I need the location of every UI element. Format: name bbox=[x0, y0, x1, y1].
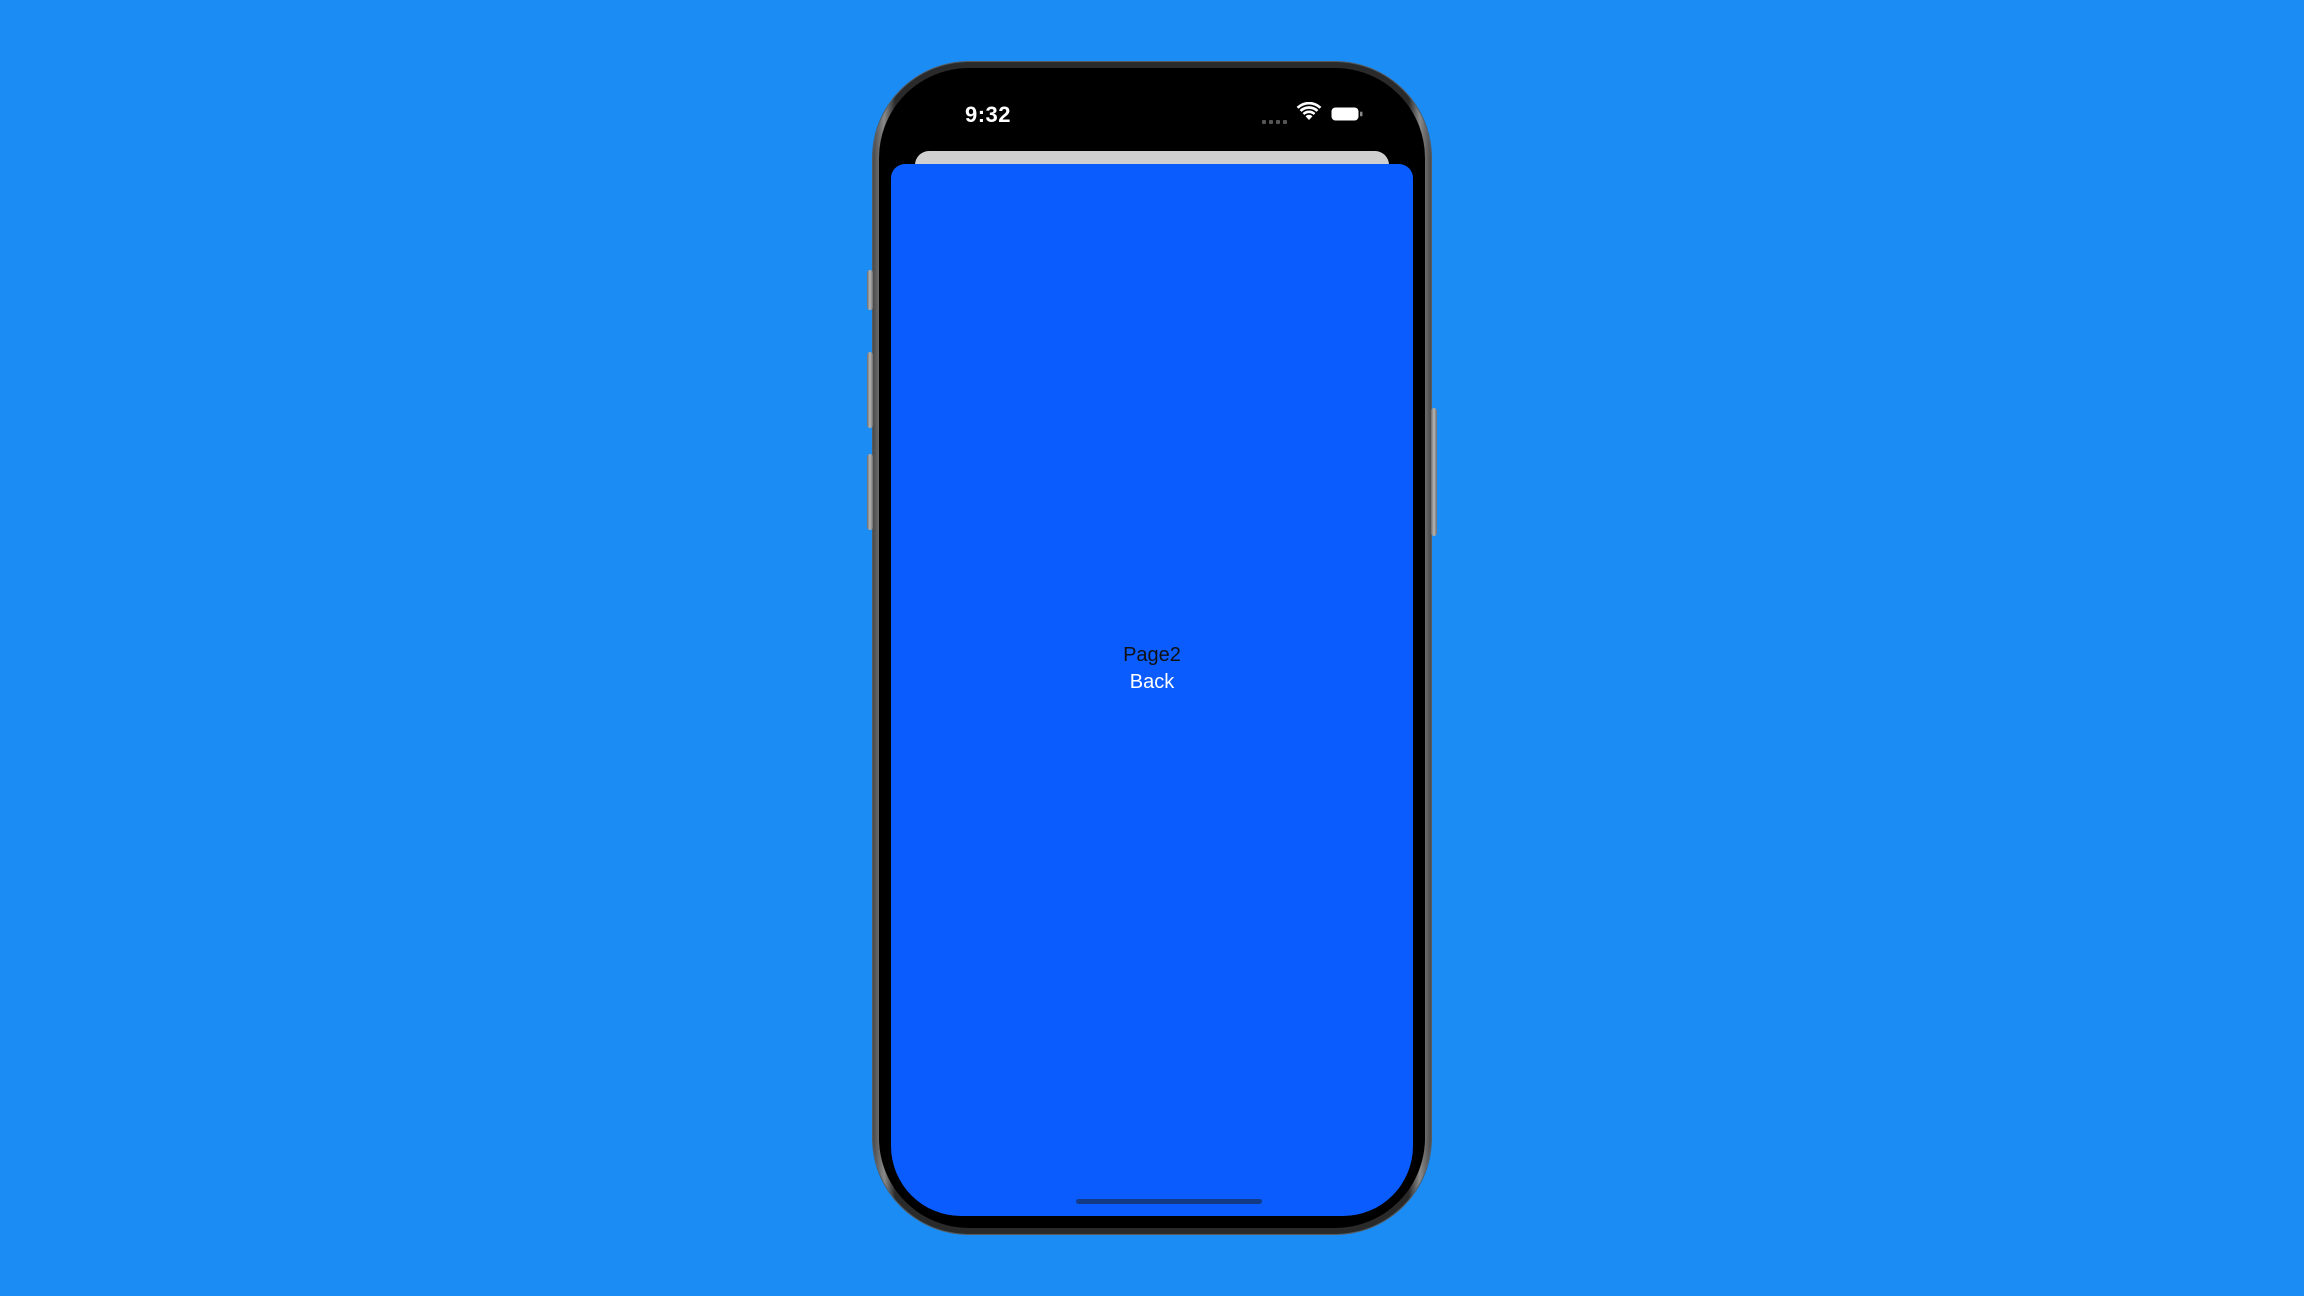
volume-up-button bbox=[867, 352, 873, 428]
cellular-signal-icon bbox=[1262, 118, 1292, 124]
status-bar: 9:32 bbox=[873, 62, 1431, 152]
home-indicator[interactable] bbox=[1076, 1199, 1262, 1204]
wifi-icon bbox=[1296, 102, 1322, 120]
page2-screen: Page2 Back bbox=[891, 164, 1413, 1216]
page2-content: Page2 Back bbox=[891, 642, 1413, 696]
page-title: Page2 bbox=[1123, 644, 1181, 666]
volume-down-button bbox=[867, 454, 873, 530]
action-button bbox=[867, 270, 873, 310]
power-button bbox=[1431, 408, 1437, 536]
back-button[interactable]: Back bbox=[1130, 669, 1174, 696]
battery-icon bbox=[1331, 107, 1363, 121]
status-time: 9:32 bbox=[965, 102, 1012, 127]
